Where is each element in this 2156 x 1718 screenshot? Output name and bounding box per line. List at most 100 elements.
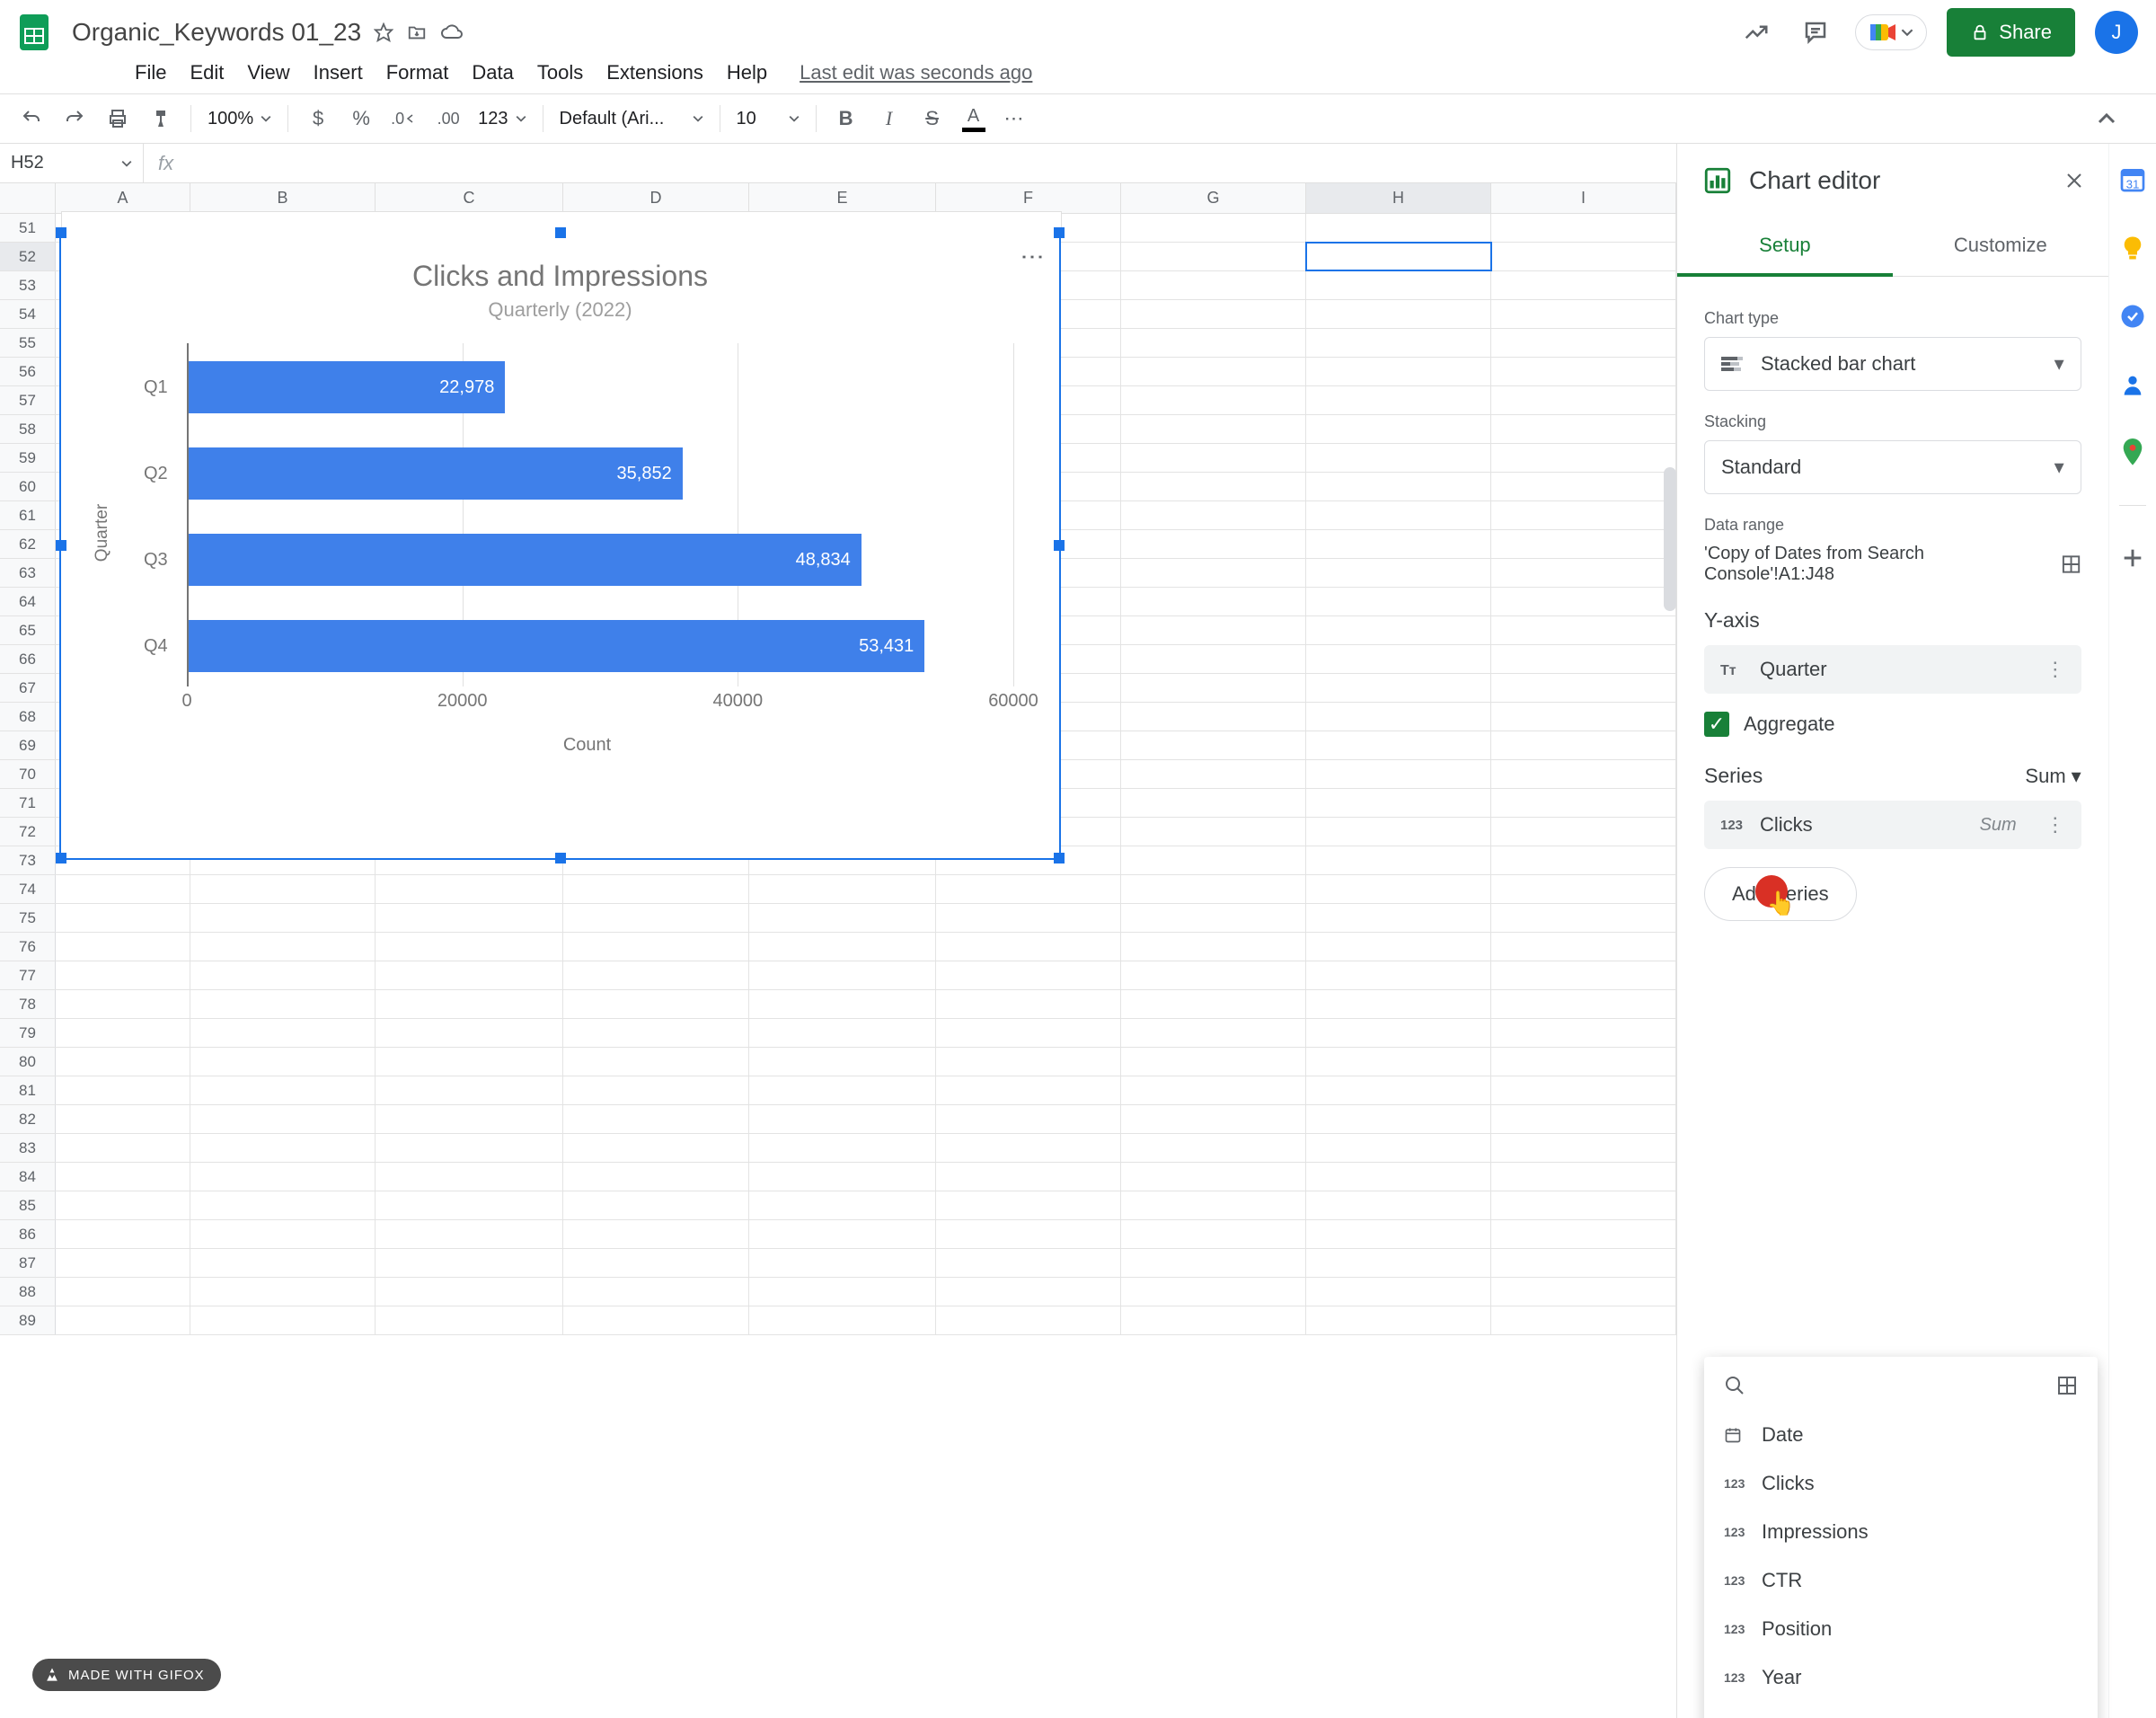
cell[interactable]: [1306, 616, 1491, 644]
zoom-select[interactable]: 100%: [208, 109, 271, 129]
row-header[interactable]: 86: [0, 1220, 56, 1248]
cell[interactable]: [1121, 789, 1306, 817]
cell[interactable]: [190, 1163, 376, 1191]
font-size-select[interactable]: 10: [737, 109, 800, 129]
cell[interactable]: [749, 990, 936, 1018]
cell[interactable]: [1121, 1048, 1306, 1076]
column-header[interactable]: A: [56, 183, 190, 213]
cell[interactable]: [1121, 386, 1306, 414]
cell[interactable]: [376, 933, 563, 961]
more-tools-button[interactable]: ⋯: [1002, 102, 1029, 135]
cell[interactable]: [1306, 1048, 1491, 1076]
cell[interactable]: [563, 1163, 749, 1191]
cell[interactable]: [190, 1048, 376, 1076]
cell[interactable]: [1491, 760, 1676, 788]
row-header[interactable]: 80: [0, 1048, 56, 1076]
row-header[interactable]: 61: [0, 501, 56, 529]
row-header[interactable]: 85: [0, 1191, 56, 1219]
cell[interactable]: [376, 1019, 563, 1047]
cell[interactable]: [749, 1019, 936, 1047]
cell[interactable]: [749, 933, 936, 961]
search-icon[interactable]: [1724, 1375, 1745, 1396]
cell[interactable]: [936, 961, 1121, 989]
cell[interactable]: [563, 1306, 749, 1334]
row-header[interactable]: 75: [0, 904, 56, 932]
cell[interactable]: [1306, 415, 1491, 443]
cell[interactable]: [1121, 1278, 1306, 1306]
cell[interactable]: [1121, 846, 1306, 874]
cell[interactable]: [1491, 271, 1676, 299]
cell[interactable]: [1121, 961, 1306, 989]
cell[interactable]: [563, 1076, 749, 1104]
cell[interactable]: [1491, 645, 1676, 673]
cell[interactable]: [376, 1278, 563, 1306]
sheets-logo[interactable]: [11, 9, 57, 56]
strikethrough-button[interactable]: S: [919, 102, 946, 135]
italic-button[interactable]: I: [876, 102, 903, 135]
menu-view[interactable]: View: [247, 61, 289, 84]
cell[interactable]: [1121, 760, 1306, 788]
resize-handle[interactable]: [1054, 540, 1065, 551]
menu-help[interactable]: Help: [727, 61, 767, 84]
cell[interactable]: [376, 1163, 563, 1191]
activity-icon[interactable]: [1736, 13, 1776, 52]
row-header[interactable]: 71: [0, 789, 56, 817]
cell[interactable]: [1306, 1163, 1491, 1191]
cell[interactable]: [936, 1306, 1121, 1334]
column-header[interactable]: H: [1306, 183, 1491, 213]
cell[interactable]: [1121, 243, 1306, 270]
cell[interactable]: [1306, 1278, 1491, 1306]
cell[interactable]: [190, 1076, 376, 1104]
name-box[interactable]: H52: [0, 144, 144, 182]
cell[interactable]: [1121, 1191, 1306, 1219]
menu-tools[interactable]: Tools: [537, 61, 583, 84]
star-icon[interactable]: [374, 22, 393, 42]
cell[interactable]: [1306, 731, 1491, 759]
cell[interactable]: [1306, 271, 1491, 299]
cell[interactable]: [1121, 214, 1306, 242]
cell[interactable]: [1306, 329, 1491, 357]
cell[interactable]: [563, 1220, 749, 1248]
cell[interactable]: [1491, 329, 1676, 357]
series-option[interactable]: 123Month: [1704, 1702, 2098, 1718]
row-header[interactable]: 87: [0, 1249, 56, 1277]
cell[interactable]: [1491, 933, 1676, 961]
font-select[interactable]: Default (Ari...: [560, 109, 703, 129]
cell[interactable]: [1491, 875, 1676, 903]
redo-button[interactable]: [61, 102, 88, 135]
cell[interactable]: [190, 1134, 376, 1162]
cell[interactable]: [1306, 875, 1491, 903]
cell[interactable]: [936, 933, 1121, 961]
row-header[interactable]: 64: [0, 588, 56, 615]
cell[interactable]: [749, 904, 936, 932]
cell[interactable]: [1306, 1134, 1491, 1162]
cell[interactable]: [1306, 1306, 1491, 1334]
cell[interactable]: [190, 961, 376, 989]
cell[interactable]: [1491, 300, 1676, 328]
cell[interactable]: [376, 1076, 563, 1104]
cell[interactable]: [56, 1191, 190, 1219]
row-header[interactable]: 82: [0, 1105, 56, 1133]
cell[interactable]: [1121, 530, 1306, 558]
cell[interactable]: [1306, 674, 1491, 702]
cell[interactable]: [1491, 358, 1676, 385]
calendar-addon[interactable]: 31: [2116, 164, 2149, 196]
row-header[interactable]: 55: [0, 329, 56, 357]
cell[interactable]: [1306, 760, 1491, 788]
cell[interactable]: [376, 1134, 563, 1162]
cell[interactable]: [1491, 588, 1676, 615]
cell[interactable]: [563, 1105, 749, 1133]
cell[interactable]: [749, 1306, 936, 1334]
cell[interactable]: [56, 1105, 190, 1133]
cell[interactable]: [56, 1048, 190, 1076]
resize-handle[interactable]: [555, 227, 566, 238]
row-header[interactable]: 76: [0, 933, 56, 961]
row-header[interactable]: 83: [0, 1134, 56, 1162]
row-header[interactable]: 81: [0, 1076, 56, 1104]
row-header[interactable]: 59: [0, 444, 56, 472]
cell[interactable]: [1306, 789, 1491, 817]
add-series-button[interactable]: Add Series 👆: [1704, 867, 1857, 921]
add-addon-button[interactable]: [2116, 542, 2149, 574]
cell[interactable]: [1306, 501, 1491, 529]
cell[interactable]: [376, 1249, 563, 1277]
